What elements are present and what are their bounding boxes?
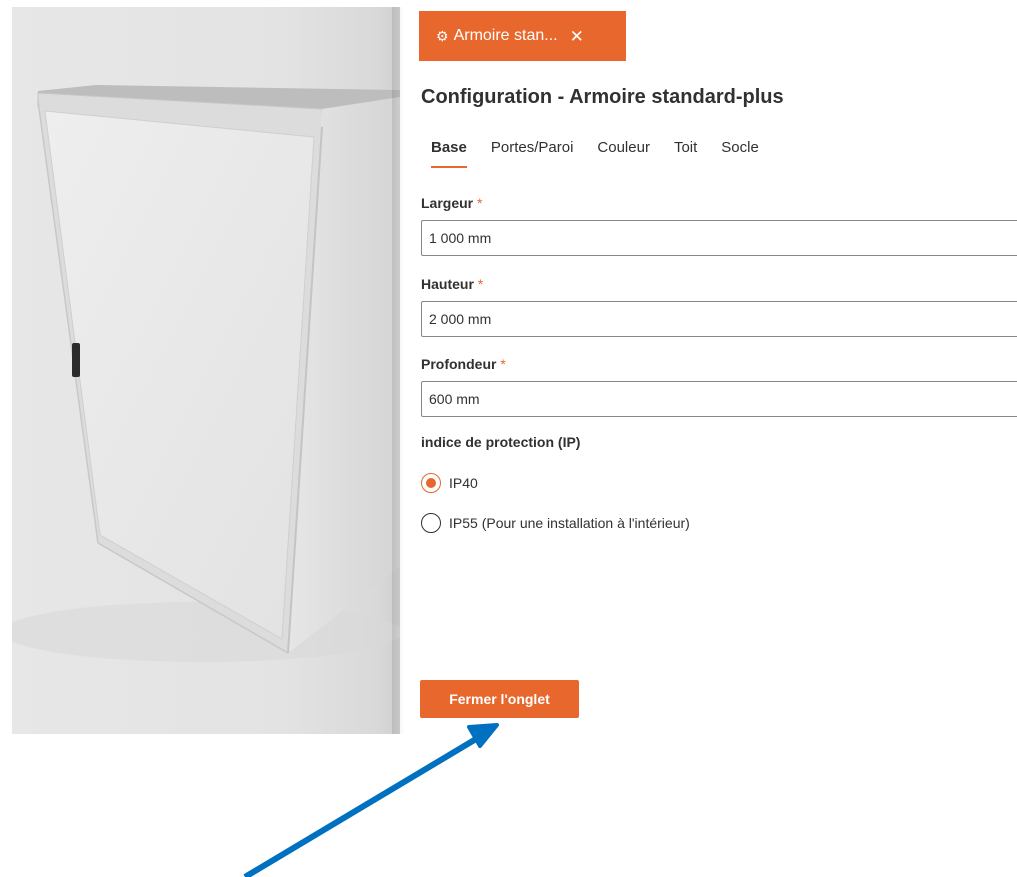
close-tab-button[interactable]: Fermer l'onglet: [420, 680, 579, 718]
profondeur-input[interactable]: [421, 381, 1017, 417]
radio-ip55[interactable]: IP55 (Pour une installation à l'intérieu…: [421, 513, 690, 533]
close-icon[interactable]: ✕: [570, 28, 584, 45]
tab-base[interactable]: Base: [431, 139, 467, 168]
radio-button-unchecked[interactable]: [421, 513, 441, 533]
radio-ip40-label: IP40: [449, 475, 478, 491]
tab-portes-paroi[interactable]: Portes/Paroi: [491, 139, 574, 168]
required-mark: *: [477, 276, 484, 292]
largeur-input[interactable]: [421, 220, 1017, 256]
hauteur-label-text: Hauteur: [421, 276, 474, 292]
profondeur-label: Profondeur *: [421, 356, 506, 372]
required-mark: *: [477, 195, 483, 211]
cabinet-3d-preview[interactable]: [12, 7, 400, 734]
hauteur-label: Hauteur *: [421, 276, 483, 292]
radio-button-checked[interactable]: [421, 473, 441, 493]
tab-socle[interactable]: Socle: [721, 139, 759, 168]
tab-couleur[interactable]: Couleur: [597, 139, 650, 168]
config-tabs: Base Portes/Paroi Couleur Toit Socle: [431, 139, 783, 168]
page-title: Configuration - Armoire standard-plus: [421, 86, 784, 108]
largeur-label-text: Largeur: [421, 195, 474, 211]
protection-label: indice de protection (IP): [421, 434, 581, 450]
preview-divider-shadow: [392, 7, 404, 734]
required-mark: *: [500, 356, 506, 372]
radio-ip55-label: IP55 (Pour une installation à l'intérieu…: [449, 515, 690, 531]
gears-icon: ⚙: [436, 28, 449, 44]
tab-toit[interactable]: Toit: [674, 139, 697, 168]
radio-ip40[interactable]: IP40: [421, 473, 478, 493]
door-handle: [72, 343, 80, 377]
profondeur-label-text: Profondeur: [421, 356, 497, 372]
hauteur-input[interactable]: [421, 301, 1017, 337]
cabinet-3d-model: [12, 85, 400, 662]
largeur-label: Largeur *: [421, 195, 482, 211]
document-tab[interactable]: ⚙ Armoire stan... ✕: [419, 11, 626, 61]
document-tab-label: Armoire stan...: [453, 27, 558, 44]
